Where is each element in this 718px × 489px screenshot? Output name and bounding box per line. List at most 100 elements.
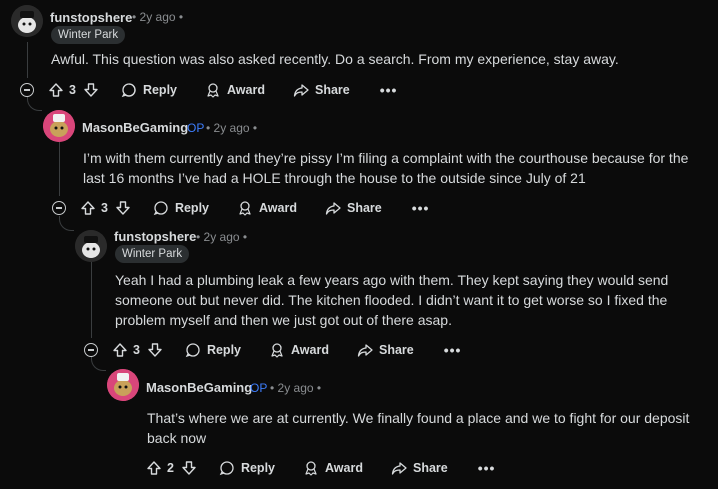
- separator: •: [196, 230, 201, 244]
- thread-elbow-1: [27, 96, 42, 111]
- share-button[interactable]: Share: [293, 82, 350, 98]
- share-label: Share: [412, 461, 448, 475]
- snoo-pink-avatar-icon: [43, 110, 75, 142]
- share-label: Share: [346, 201, 382, 215]
- more-options-button[interactable]: •••: [380, 82, 398, 98]
- more-options-button[interactable]: •••: [478, 460, 496, 476]
- comment-actions: 2 Reply Award Share •••: [146, 457, 495, 479]
- comment-author[interactable]: MasonBeGaming: [146, 380, 252, 395]
- separator: •: [270, 381, 275, 395]
- award-icon: [239, 201, 251, 216]
- reply-button[interactable]: Reply: [185, 342, 241, 358]
- more-options-button[interactable]: •••: [412, 200, 430, 216]
- award-icon: [305, 461, 317, 476]
- avatar[interactable]: [75, 230, 107, 262]
- op-badge: OP: [250, 381, 268, 395]
- thread-line-3: [91, 262, 92, 338]
- share-label: Share: [314, 83, 350, 97]
- reply-label: Reply: [174, 201, 209, 215]
- downvote-icon: [116, 201, 130, 215]
- comment-actions: 3 Reply Award Share •••: [80, 197, 429, 219]
- comment-meta: • 2y ago •: [206, 121, 257, 135]
- user-flair: Winter Park: [115, 245, 190, 263]
- comment-time: 2y ago: [139, 10, 176, 24]
- avatar[interactable]: [107, 369, 139, 401]
- separator: •: [316, 381, 322, 395]
- upvote-button[interactable]: [80, 200, 96, 216]
- collapse-thread-button[interactable]: [20, 83, 34, 97]
- collapse-thread-button[interactable]: [52, 201, 66, 215]
- upvote-button[interactable]: [112, 342, 128, 358]
- share-label: Share: [378, 343, 414, 357]
- comment-actions: 3 Reply Award Share •••: [48, 79, 397, 101]
- comment-meta: • 2y ago •: [132, 10, 183, 24]
- downvote-icon: [182, 461, 196, 475]
- comment-actions: 3 Reply Award Share •••: [112, 339, 461, 361]
- downvote-button[interactable]: [83, 82, 99, 98]
- user-flair: Winter Park: [51, 26, 126, 44]
- share-icon: [357, 344, 373, 357]
- reply-button[interactable]: Reply: [121, 82, 177, 98]
- share-button[interactable]: Share: [357, 342, 414, 358]
- award-button[interactable]: Award: [269, 342, 329, 358]
- reply-icon: [219, 461, 234, 476]
- vote-score: 3: [133, 343, 140, 357]
- snoo-pink-avatar-icon: [107, 369, 139, 401]
- thread-elbow-2: [59, 216, 74, 231]
- reply-label: Reply: [142, 83, 177, 97]
- award-icon: [271, 343, 283, 358]
- comment-body: Yeah I had a plumbing leak a few years a…: [115, 272, 669, 328]
- share-icon: [293, 84, 309, 97]
- award-button[interactable]: Award: [237, 200, 297, 216]
- upvote-button[interactable]: [48, 82, 64, 98]
- avatar[interactable]: [11, 5, 43, 37]
- avatar[interactable]: [43, 110, 75, 142]
- downvote-button[interactable]: [147, 342, 163, 358]
- snoo-dark-avatar-icon: [75, 230, 107, 262]
- share-icon: [325, 202, 341, 215]
- share-button[interactable]: Share: [325, 200, 382, 216]
- reply-icon: [153, 201, 168, 216]
- reply-button[interactable]: Reply: [219, 460, 275, 476]
- collapse-thread-button[interactable]: [84, 343, 98, 357]
- comment-time: 2y ago: [213, 121, 250, 135]
- award-label: Award: [325, 461, 363, 475]
- upvote-icon: [113, 343, 127, 357]
- comment-author[interactable]: funstopshere: [114, 229, 196, 244]
- separator: •: [178, 10, 184, 24]
- reply-icon: [121, 83, 136, 98]
- award-label: Award: [291, 343, 329, 357]
- share-button[interactable]: Share: [391, 460, 448, 476]
- award-label: Award: [227, 83, 265, 97]
- comment-body: I’m with them currently and they’re piss…: [83, 150, 689, 186]
- comment-body: Awful. This question was also asked rece…: [51, 51, 619, 67]
- award-button[interactable]: Award: [205, 82, 265, 98]
- thread-elbow-3: [91, 356, 106, 371]
- downvote-button[interactable]: [181, 460, 197, 476]
- comment-time: 2y ago: [277, 381, 314, 395]
- downvote-icon: [148, 343, 162, 357]
- award-label: Award: [259, 201, 297, 215]
- downvote-icon: [84, 83, 98, 97]
- thread-line-2: [59, 142, 60, 196]
- reply-button[interactable]: Reply: [153, 200, 209, 216]
- separator: •: [252, 121, 258, 135]
- separator: •: [242, 230, 248, 244]
- upvote-icon: [147, 461, 161, 475]
- reply-label: Reply: [240, 461, 275, 475]
- comment-author[interactable]: funstopshere: [50, 10, 132, 25]
- upvote-button[interactable]: [146, 460, 162, 476]
- comment-author[interactable]: MasonBeGaming: [82, 120, 188, 135]
- snoo-dark-avatar-icon: [11, 5, 43, 37]
- comment-meta: • 2y ago •: [270, 381, 321, 395]
- comment-meta: • 2y ago •: [196, 230, 247, 244]
- vote-score: 2: [167, 461, 174, 475]
- reply-icon: [185, 343, 200, 358]
- award-button[interactable]: Award: [303, 460, 363, 476]
- share-icon: [391, 462, 407, 475]
- comment-time: 2y ago: [203, 230, 240, 244]
- op-badge: OP: [187, 121, 205, 135]
- downvote-button[interactable]: [115, 200, 131, 216]
- more-options-button[interactable]: •••: [444, 342, 462, 358]
- vote-score: 3: [69, 83, 76, 97]
